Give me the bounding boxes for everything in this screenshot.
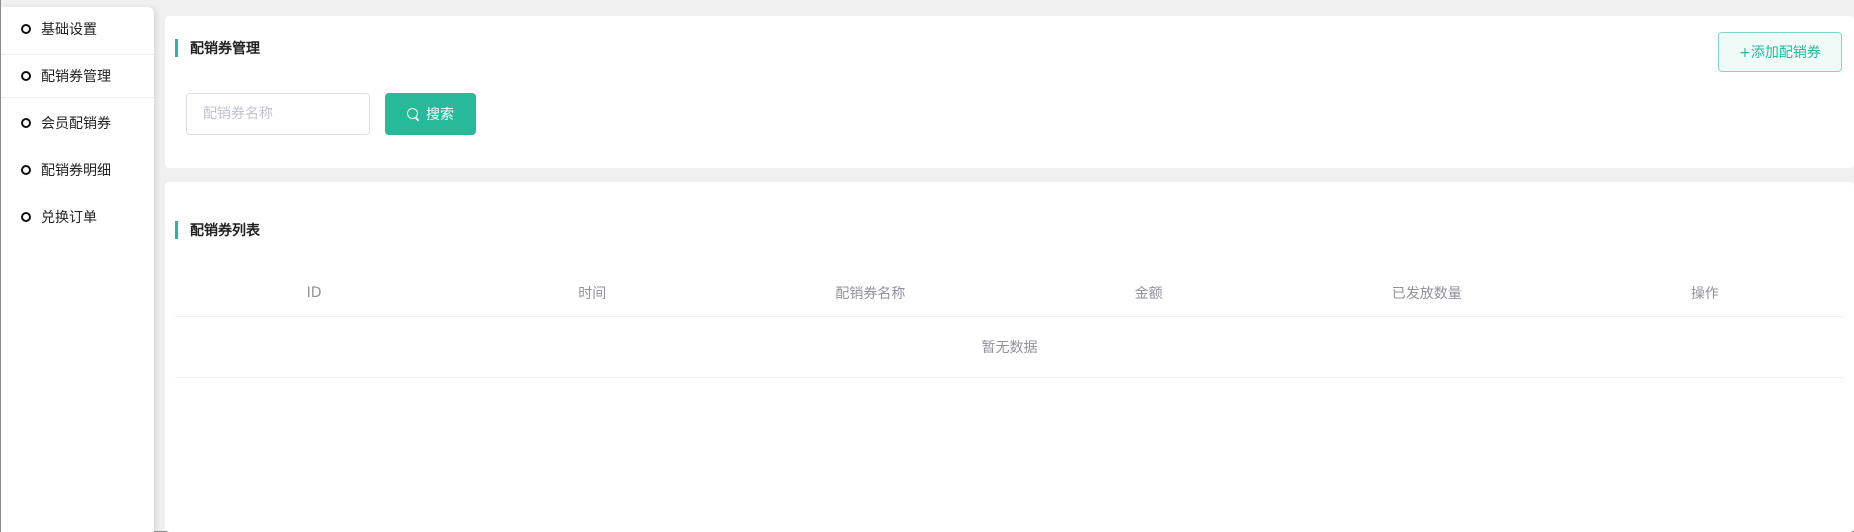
accent-bar bbox=[175, 221, 178, 239]
section-title: 配销券管理 bbox=[190, 41, 260, 57]
circle-icon bbox=[21, 118, 31, 128]
section-title: 配销券列表 bbox=[190, 223, 260, 239]
sidebar: 基础设置 配销券管理 会员配销券 配销券明细 兑换订单 bbox=[1, 7, 154, 532]
sidebar-item-basic-settings[interactable]: 基础设置 bbox=[1, 7, 154, 51]
circle-icon bbox=[21, 24, 31, 34]
sidebar-item-label: 基础设置 bbox=[41, 22, 97, 38]
circle-icon bbox=[21, 165, 31, 175]
add-coupon-button[interactable]: +添加配销券 bbox=[1718, 32, 1842, 72]
section-header: 配销券管理 bbox=[175, 38, 260, 58]
sidebar-item-label: 兑换订单 bbox=[41, 210, 97, 226]
sidebar-item-member-coupons[interactable]: 会员配销券 bbox=[1, 101, 154, 145]
sidebar-item-label: 会员配销券 bbox=[41, 116, 111, 132]
column-header-id[interactable]: ID bbox=[175, 285, 453, 301]
sidebar-item-coupon-management[interactable]: 配销券管理 bbox=[1, 54, 154, 98]
coupon-management-panel: 配销券管理 +添加配销券 搜索 bbox=[165, 16, 1854, 168]
section-header: 配销券列表 bbox=[175, 220, 260, 240]
circle-icon bbox=[21, 212, 31, 222]
search-button-label: 搜索 bbox=[426, 107, 454, 123]
table-empty-state: 暂无数据 bbox=[175, 317, 1844, 378]
coupon-table: ID 时间 配销券名称 金额 已发放数量 操作 暂无数据 bbox=[175, 270, 1844, 378]
sidebar-item-label: 配销券明细 bbox=[41, 163, 111, 179]
circle-icon bbox=[21, 71, 31, 81]
column-header-coupon-name[interactable]: 配销券名称 bbox=[731, 283, 1009, 303]
accent-bar bbox=[175, 39, 178, 57]
column-header-time[interactable]: 时间 bbox=[453, 283, 731, 303]
search-icon bbox=[407, 107, 420, 121]
column-header-amount[interactable]: 金额 bbox=[1010, 283, 1288, 303]
column-header-actions[interactable]: 操作 bbox=[1566, 283, 1844, 303]
coupon-list-panel: 配销券列表 ID 时间 配销券名称 金额 已发放数量 操作 暂无数据 bbox=[165, 182, 1854, 532]
sidebar-item-label: 配销券管理 bbox=[41, 69, 111, 85]
sidebar-item-exchange-orders[interactable]: 兑换订单 bbox=[1, 195, 154, 239]
column-header-issued-count[interactable]: 已发放数量 bbox=[1288, 283, 1566, 303]
table-header-row: ID 时间 配销券名称 金额 已发放数量 操作 bbox=[175, 270, 1844, 317]
coupon-name-search-input[interactable] bbox=[186, 93, 370, 135]
search-button[interactable]: 搜索 bbox=[385, 93, 476, 135]
sidebar-item-coupon-details[interactable]: 配销券明细 bbox=[1, 148, 154, 192]
